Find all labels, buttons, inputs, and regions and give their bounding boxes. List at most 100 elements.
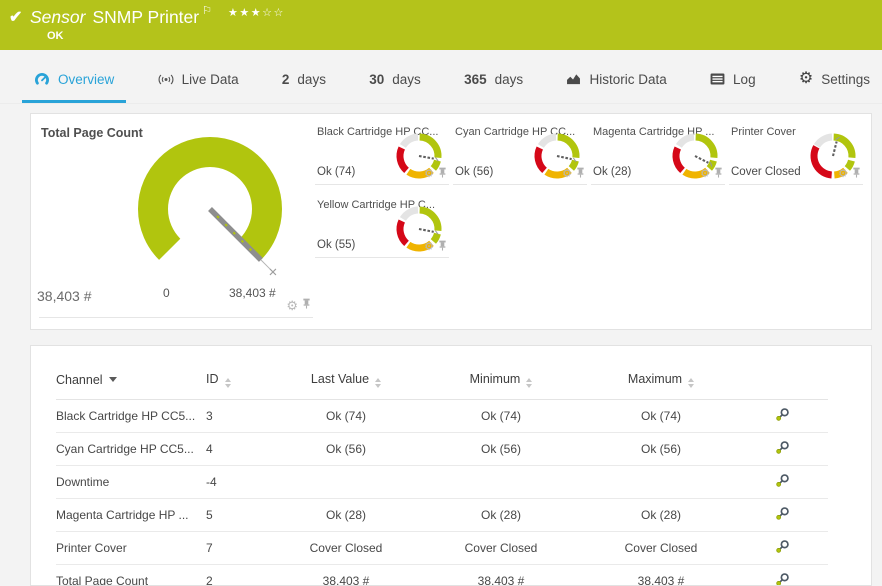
channel-name-cell: Printer Cover xyxy=(56,532,206,565)
gear-icon: ⚙ xyxy=(799,71,813,87)
small-gauge-cell[interactable]: Yellow Cartridge HP C... Ok (55) ⚙ xyxy=(315,197,449,258)
tab-log[interactable]: Log xyxy=(698,58,768,103)
gear-icon[interactable]: ⚙ xyxy=(424,169,434,180)
gauge-value: Ok (28) xyxy=(593,166,631,178)
status-badge: OK xyxy=(47,30,64,42)
gear-icon[interactable]: ⚙ xyxy=(286,299,298,312)
column-header-minimum[interactable]: Minimum xyxy=(416,364,586,400)
column-label: Maximum xyxy=(628,372,682,386)
gauge-value: Ok (74) xyxy=(317,166,355,178)
gear-icon[interactable]: ⚙ xyxy=(424,242,434,253)
table-row[interactable]: Magenta Cartridge HP ... 5 Ok (28) Ok (2… xyxy=(56,499,828,532)
pin-icon[interactable] xyxy=(438,165,447,183)
chart-icon xyxy=(566,73,581,85)
maximum-cell xyxy=(586,466,736,499)
small-gauge-cell[interactable]: Cyan Cartridge HP CC... Ok (56) ⚙ xyxy=(453,124,587,185)
tab-label: days xyxy=(297,72,326,87)
channel-name-cell: Black Cartridge HP CC5... xyxy=(56,400,206,433)
channel-id-cell: 7 xyxy=(206,532,276,565)
small-gauges-grid: Black Cartridge HP CC... Ok (74) ⚙ Cyan … xyxy=(315,124,865,258)
gear-icon[interactable]: ⚙ xyxy=(562,169,572,180)
gauge-icon xyxy=(34,71,50,87)
channel-id-cell: 3 xyxy=(206,400,276,433)
tab-live-data[interactable]: Live Data xyxy=(146,58,251,103)
last-value-cell: Cover Closed xyxy=(276,532,416,565)
gauge-actions: ⚙ xyxy=(562,165,585,183)
primary-gauge: 0 38,403 # xyxy=(125,126,295,296)
column-header-maximum[interactable]: Maximum xyxy=(586,364,736,400)
primary-gauge-cell[interactable]: Total Page Count 0 38,403 # 38,403 # ⚙ xyxy=(39,114,313,318)
tab-label: Log xyxy=(733,72,756,87)
minimum-cell: Ok (56) xyxy=(416,433,586,466)
last-value-cell: 38,403 # xyxy=(276,565,416,586)
tab-label: Historic Data xyxy=(589,72,666,87)
tab-30-days[interactable]: 30 days xyxy=(357,58,433,103)
last-value-cell: Ok (56) xyxy=(276,433,416,466)
flag-icon[interactable]: ⚐ xyxy=(202,5,212,17)
tab-number: 2 xyxy=(282,72,290,87)
channel-gauge-icon[interactable] xyxy=(775,407,790,422)
tab-2-days[interactable]: 2 days xyxy=(270,58,338,103)
sort-icon xyxy=(375,378,381,388)
gauges-panel: Total Page Count 0 38,403 # 38,403 # ⚙ B… xyxy=(30,113,872,330)
live-icon xyxy=(158,73,174,86)
gear-icon[interactable]: ⚙ xyxy=(700,169,710,180)
maximum-cell: Ok (28) xyxy=(586,499,736,532)
small-gauge-cell[interactable]: Printer Cover Cover Closed ⚙ xyxy=(729,124,863,185)
sensor-header: ✔ Sensor SNMP Printer⚐ ★★★☆☆ OK xyxy=(0,0,882,50)
table-row[interactable]: Black Cartridge HP CC5... 3 Ok (74) Ok (… xyxy=(56,400,828,433)
tab-settings[interactable]: ⚙ Settings xyxy=(787,58,882,103)
maximum-cell: 38,403 # xyxy=(586,565,736,586)
tab-365-days[interactable]: 365 days xyxy=(452,58,535,103)
small-gauge-cell[interactable]: Black Cartridge HP CC... Ok (74) ⚙ xyxy=(315,124,449,185)
minimum-cell xyxy=(416,466,586,499)
channel-gauge-icon[interactable] xyxy=(775,539,790,554)
channel-gauge-icon[interactable] xyxy=(775,506,790,521)
tab-historic-data[interactable]: Historic Data xyxy=(554,58,678,103)
minimum-cell: 38,403 # xyxy=(416,565,586,586)
table-header-row: ChannelID Last Value Minimum Maximum xyxy=(56,364,828,400)
pin-icon[interactable] xyxy=(438,238,447,256)
tab-number: 365 xyxy=(464,72,487,87)
channel-name-cell: Cyan Cartridge HP CC5... xyxy=(56,433,206,466)
tab-overview[interactable]: Overview xyxy=(22,58,126,103)
channel-name-cell: Total Page Count xyxy=(56,565,206,586)
pin-icon[interactable] xyxy=(576,165,585,183)
table-row[interactable]: Total Page Count 2 38,403 # 38,403 # 38,… xyxy=(56,565,828,586)
tab-label: days xyxy=(392,72,421,87)
table-row[interactable]: Printer Cover 7 Cover Closed Cover Close… xyxy=(56,532,828,565)
channel-gauge-icon[interactable] xyxy=(775,473,790,488)
page-title: SNMP Printer xyxy=(92,7,199,27)
column-header-id[interactable]: ID xyxy=(206,364,276,400)
column-header-actions xyxy=(736,364,828,400)
small-gauge-cell[interactable]: Magenta Cartridge HP ... Ok (28) ⚙ xyxy=(591,124,725,185)
table-row[interactable]: Cyan Cartridge HP CC5... 4 Ok (56) Ok (5… xyxy=(56,433,828,466)
maximum-cell: Cover Closed xyxy=(586,532,736,565)
sort-icon xyxy=(688,378,694,388)
gear-icon[interactable]: ⚙ xyxy=(838,169,848,180)
tab-label: Settings xyxy=(821,72,870,87)
channel-id-cell: -4 xyxy=(206,466,276,499)
gauge-actions: ⚙ xyxy=(838,165,861,183)
gauge-value: Ok (56) xyxy=(455,166,493,178)
ok-check-icon: ✔ xyxy=(9,7,22,27)
pin-icon[interactable] xyxy=(302,296,311,314)
tab-number: 30 xyxy=(369,72,384,87)
channel-name-cell: Magenta Cartridge HP ... xyxy=(56,499,206,532)
gauge-actions: ⚙ xyxy=(424,165,447,183)
channel-gauge-icon[interactable] xyxy=(775,572,790,586)
column-header-last-value[interactable]: Last Value xyxy=(276,364,416,400)
channel-id-cell: 2 xyxy=(206,565,276,586)
priority-stars[interactable]: ★★★☆☆ xyxy=(228,7,285,19)
column-label: Last Value xyxy=(311,372,369,386)
table-row[interactable]: Downtime -4 xyxy=(56,466,828,499)
last-value-cell: Ok (28) xyxy=(276,499,416,532)
sensor-type-label: Sensor xyxy=(30,7,85,27)
maximum-cell: Ok (56) xyxy=(586,433,736,466)
channel-gauge-icon[interactable] xyxy=(775,440,790,455)
pin-icon[interactable] xyxy=(714,165,723,183)
channels-table: ChannelID Last Value Minimum Maximum Black … xyxy=(56,364,828,586)
stars-empty: ☆☆ xyxy=(262,7,285,19)
column-header-channel[interactable]: Channel xyxy=(56,364,206,400)
pin-icon[interactable] xyxy=(852,165,861,183)
